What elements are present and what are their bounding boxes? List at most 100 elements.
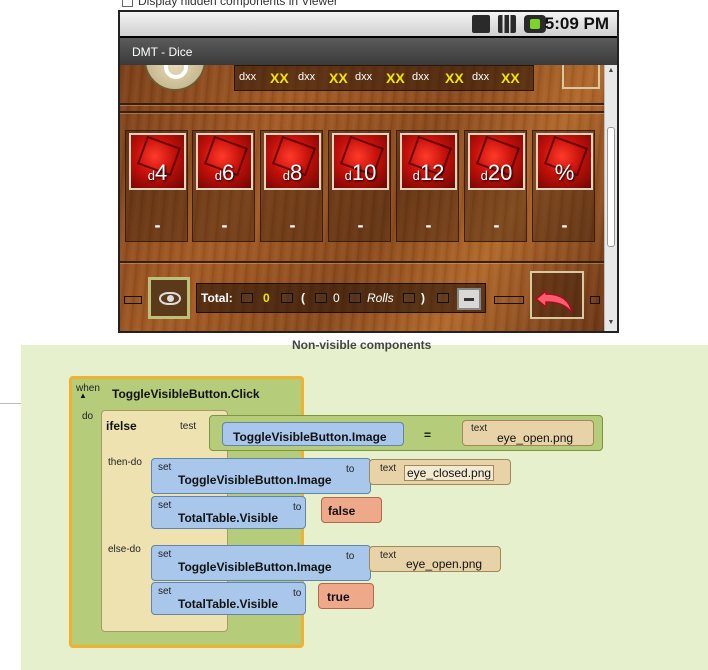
close-paren: ) [421,291,425,305]
divider [120,261,604,263]
spacer [315,293,327,303]
swirl-icon [164,65,188,79]
boolean-value: false [328,504,356,518]
d4-result: - [154,215,161,235]
set-visible-block[interactable]: set TotalTable.Visible to [151,582,306,615]
collapse-arrow-icon[interactable]: ▲ [79,391,87,400]
die-number: 6 [221,160,235,185]
d12-die-button[interactable]: d12 [400,133,457,190]
set-image-block[interactable]: set ToggleVisibleButton.Image to [151,458,371,494]
d6-column: d6 - [192,130,255,242]
spacer [494,296,524,304]
set-visible-block[interactable]: set TotalTable.Visible to [151,496,306,529]
signal-icon [498,15,516,33]
spacer [281,293,293,303]
d8-column: d8 - [260,130,323,242]
divider [0,403,21,404]
die-number: 4 [154,160,168,185]
d8-result: - [289,215,296,235]
die-prefix: d [480,168,488,183]
scrollbar[interactable]: ▲ ▼ [604,65,617,331]
die-number: % [554,160,575,185]
network-icon [472,15,490,33]
d6-die-button[interactable]: d6 [196,133,253,190]
d4-die-button[interactable]: d4 [129,133,186,190]
summary-label: dxx [412,71,430,83]
d20-die-button[interactable]: d20 [468,133,525,190]
spacer [124,296,142,304]
percent-die-button[interactable]: % [536,133,593,190]
battery-icon [524,15,546,33]
phone-viewer: 5:09 PM DMT - Dice dxx XX dxx XX dxx XX … [118,10,619,333]
set-image-block[interactable]: set ToggleVisibleButton.Image to [151,545,371,581]
d6-result: - [221,215,228,235]
test-keyword: test [180,421,197,432]
status-clock: 5:09 PM [544,14,609,33]
summary-value: XX [329,70,348,86]
summary-value: XX [445,70,464,86]
boolean-value: true [327,590,350,604]
spacer [241,293,253,303]
set-keyword: set [158,500,172,511]
compare-equals-block[interactable]: ToggleVisibleButton.Image = text eye_ope… [209,415,603,451]
display-hidden-checkbox[interactable] [122,0,133,7]
scroll-thumb[interactable] [607,127,615,247]
scroll-up-icon[interactable]: ▲ [607,67,615,74]
back-button[interactable] [530,271,584,319]
setter-target: TotalTable.Visible [178,511,279,525]
text-value: eye_open.png [497,431,574,445]
total-label: Total: [201,291,233,305]
to-keyword: to [346,551,355,562]
text-tag: text [471,423,488,434]
app-screen: dxx XX dxx XX dxx XX dxx XX dxx XX d4 - … [120,65,604,331]
else-do-keyword: else-do [108,544,141,555]
d10-die-button[interactable]: d10 [332,133,389,190]
setter-target: ToggleVisibleButton.Image [178,473,332,487]
set-keyword: set [158,549,172,560]
die-prefix: d [282,168,290,183]
ifelse-keyword: ifelse [106,419,137,433]
setter-target: ToggleVisibleButton.Image [178,560,332,574]
spacer [349,293,361,303]
d20-result: - [493,215,500,235]
false-literal-block[interactable]: false [321,497,382,523]
total-value: 0 [263,291,270,305]
d8-die-button[interactable]: d8 [264,133,321,190]
clear-total-button[interactable] [457,288,481,310]
back-arrow-icon [534,289,573,314]
then-do-keyword: then-do [108,457,142,468]
divider [120,111,604,113]
scroll-down-icon[interactable]: ▼ [607,319,615,326]
d20-column: d20 - [464,130,527,242]
summary-label: dxx [239,71,257,83]
die-prefix: d [147,168,155,183]
spacer [590,296,600,304]
display-hidden-components-option[interactable]: Display hidden components in Viewer [122,0,338,8]
do-keyword: do [82,411,94,422]
set-keyword: set [158,462,172,473]
d10-column: d10 - [328,130,391,242]
text-tag: text [380,463,397,474]
summary-label: dxx [472,71,490,83]
text-literal-block[interactable]: text eye_open.png [462,420,594,446]
text-literal-block[interactable]: text eye_open.png [369,546,501,572]
image-getter-block[interactable]: ToggleVisibleButton.Image [222,422,404,446]
toggle-visible-button[interactable] [148,277,190,319]
blocks-editor-canvas[interactable]: Non-visible components when ▲ ToggleVisi… [21,338,708,670]
top-right-button[interactable] [562,65,600,89]
die-number: 20 [487,160,513,185]
setter-target: TotalTable.Visible [178,597,279,611]
display-hidden-label: Display hidden components in Viewer [138,0,338,8]
app-logo [144,65,206,91]
text-value[interactable]: eye_closed.png [404,465,495,481]
equals-operator: = [424,428,432,442]
total-panel: Total: 0 ( 0 Rolls ) [120,269,604,331]
d12-column: d12 - [396,130,459,242]
text-literal-block[interactable]: text eye_closed.png [369,459,511,485]
nonvisible-components-label: Non-visible components [292,338,432,352]
percent-result: - [561,215,568,235]
die-number: 12 [419,160,445,185]
spacer [437,293,449,303]
true-literal-block[interactable]: true [318,583,374,609]
d4-column: d4 - [125,130,188,242]
